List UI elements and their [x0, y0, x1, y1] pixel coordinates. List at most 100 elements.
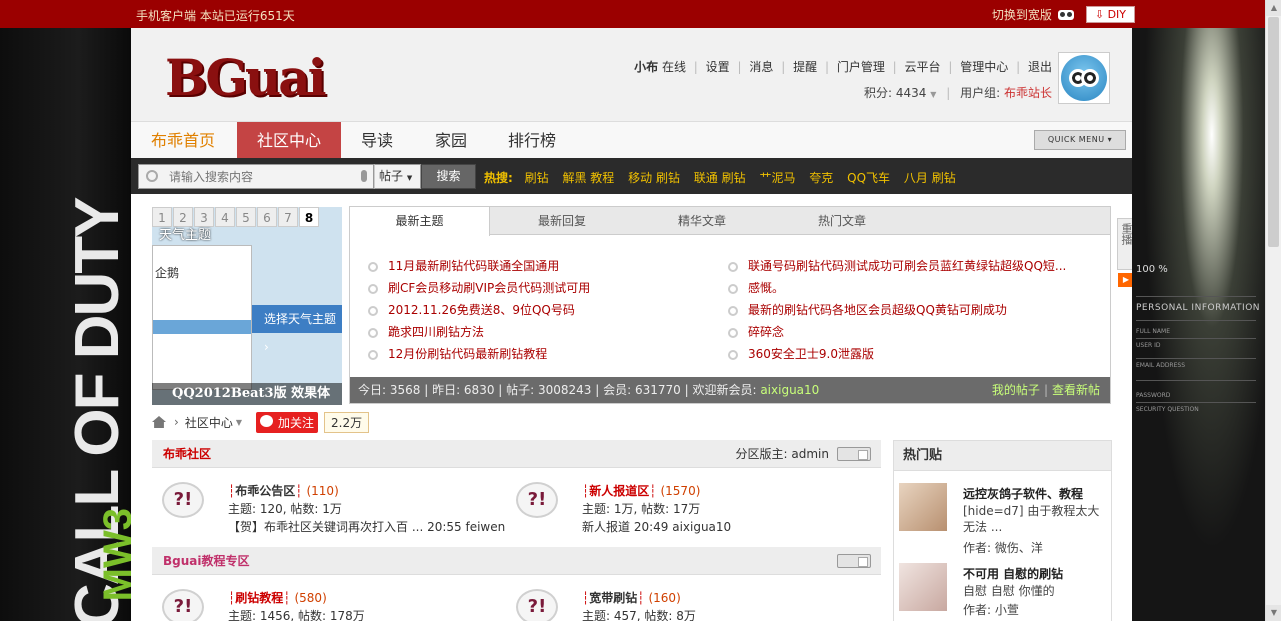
- forum-icon[interactable]: ?!: [516, 589, 566, 621]
- new-member-link[interactable]: aixigua10: [760, 383, 819, 397]
- hot-keyword[interactable]: 刷钻: [525, 171, 549, 185]
- hot-keyword[interactable]: 移动 刷钻: [628, 171, 680, 185]
- topic-list-left: 11月最新刷钻代码联通全国通用 刷CF会员移动刷VIP会员代码测试可用 2012…: [368, 255, 590, 365]
- collapse-toggle-icon[interactable]: [837, 447, 871, 461]
- view-new-posts-link[interactable]: 查看新帖: [1052, 383, 1100, 397]
- forum-name[interactable]: 新人报道区: [589, 484, 649, 498]
- search-button[interactable]: 搜索: [421, 164, 476, 189]
- weibo-follow-button[interactable]: 加关注: [255, 411, 318, 433]
- site-logo[interactable]: BGuai: [165, 48, 327, 107]
- scroll-up-arrow-icon[interactable]: ▲: [1266, 0, 1281, 16]
- follower-count: 2.2万: [324, 411, 370, 433]
- glasses-icon[interactable]: [1057, 9, 1074, 20]
- site-stats-bar: 今日: 3568 | 昨日: 6830 | 帖子: 3008243 | 会员: …: [350, 377, 1110, 403]
- topic-item[interactable]: 碎碎念: [728, 321, 1066, 343]
- username-link[interactable]: 小布: [634, 60, 658, 74]
- hot-post-title[interactable]: 远控灰鸽子软件、教程: [963, 485, 1083, 502]
- image-slideshow[interactable]: 1 2 3 4 5 6 7 8 天气主题 企鹅 选择天气主题 › QQ2012B…: [152, 207, 342, 405]
- topic-item[interactable]: 360安全卫士9.0泄露版: [728, 343, 1066, 365]
- question-bubble-icon: ?!: [516, 589, 558, 621]
- hot-keyword[interactable]: 联通 刷钻: [694, 171, 746, 185]
- forum-name[interactable]: 刷钻教程: [235, 591, 283, 605]
- hot-keyword[interactable]: 解黑 教程: [562, 171, 614, 185]
- reminders-link[interactable]: 提醒: [793, 60, 817, 74]
- section-title[interactable]: 布乖社区: [163, 447, 211, 461]
- home-icon[interactable]: [152, 416, 166, 428]
- forum-today-count: (160): [648, 591, 681, 605]
- quick-menu-button[interactable]: QUICK MENU ▾: [1034, 130, 1126, 150]
- settings-link[interactable]: 设置: [706, 60, 730, 74]
- search-type-select[interactable]: 帖子 ▼: [374, 164, 421, 189]
- play-icon[interactable]: ▶: [1118, 273, 1132, 287]
- topic-item[interactable]: 刷CF会员移动刷VIP会员代码测试可用: [368, 277, 590, 299]
- chevron-down-icon[interactable]: ▼: [236, 418, 242, 427]
- my-posts-link[interactable]: 我的帖子: [992, 383, 1040, 397]
- tab-latest-replies[interactable]: 最新回复: [492, 207, 632, 235]
- avatar[interactable]: [1058, 52, 1110, 104]
- hot-keyword[interactable]: 夸克: [809, 171, 833, 185]
- nav-rankings[interactable]: 排行榜: [492, 122, 572, 159]
- slide-page[interactable]: 7: [278, 207, 298, 227]
- question-bubble-icon: ?!: [516, 482, 558, 518]
- forum-icon[interactable]: ?!: [162, 589, 212, 621]
- search-input[interactable]: [169, 168, 349, 186]
- tab-hot[interactable]: 热门文章: [772, 207, 912, 235]
- nav-home-space[interactable]: 家园: [419, 122, 483, 159]
- forum-name[interactable]: 布乖公告区: [235, 484, 295, 498]
- nav-home[interactable]: 布乖首页: [135, 122, 231, 159]
- forum-last-post[interactable]: 【贺】布乖社区关键词再次打入百 ... 20:55 feiwen: [228, 518, 505, 535]
- topic-item[interactable]: 11月最新刷钻代码联通全国通用: [368, 255, 590, 277]
- hot-post-title[interactable]: 不可用 自慰的刷钻: [963, 565, 1063, 582]
- page-scrollbar[interactable]: ▲ ▼: [1265, 0, 1281, 621]
- switch-wide-link[interactable]: 切换到宽版: [992, 6, 1052, 23]
- forum-icon[interactable]: ?!: [162, 482, 212, 526]
- logout-link[interactable]: 退出: [1028, 60, 1052, 74]
- slide-page-active[interactable]: 8: [299, 207, 319, 227]
- tab-featured[interactable]: 精华文章: [632, 207, 772, 235]
- topic-item[interactable]: 最新的刷钻代码各地区会员超级QQ黄钻可刷成功: [728, 299, 1066, 321]
- post-thumbnail[interactable]: [899, 563, 947, 611]
- field-label: USER ID: [1136, 342, 1161, 349]
- slide-page[interactable]: 4: [215, 207, 235, 227]
- slide-page[interactable]: 6: [257, 207, 277, 227]
- portal-admin-link[interactable]: 门户管理: [837, 60, 885, 74]
- forum-last-post[interactable]: 新人报道 20:49 aixigua10: [582, 518, 731, 535]
- forum-icon[interactable]: ?!: [516, 482, 566, 526]
- admin-center-link[interactable]: 管理中心: [960, 60, 1008, 74]
- slide-page[interactable]: 5: [236, 207, 256, 227]
- diy-button[interactable]: ⇩ DIY: [1085, 6, 1135, 23]
- scrollbar-thumb[interactable]: [1268, 17, 1279, 247]
- topic-item[interactable]: 12月份刷钻代码最新刷钻教程: [368, 343, 590, 365]
- section-header: Bguai教程专区: [152, 547, 881, 575]
- cloud-platform-link[interactable]: 云平台: [905, 60, 941, 74]
- field-label: PASSWORD: [1136, 392, 1171, 399]
- slide-caption[interactable]: QQ2012Beat3版 效果体: [152, 383, 342, 405]
- post-thumbnail[interactable]: [899, 483, 947, 531]
- hot-keyword[interactable]: 艹泥马: [759, 171, 795, 185]
- forum-item: ?! ┆布乖公告区┆ (110) 主题: 120, 帖数: 1万 【贺】布乖社区关…: [162, 482, 505, 536]
- topic-item[interactable]: 跪求四川刷钻方法: [368, 321, 590, 343]
- nav-guide[interactable]: 导读: [345, 122, 409, 159]
- topic-item[interactable]: 联通号码刷钻代码测试成功可刷会员蓝红黄绿钻超级QQ短...: [728, 255, 1066, 277]
- forum-section-bguai-tutorials: Bguai教程专区 ?! ┆刷钻教程┆ (580) 主题: 1456, 帖数: 1…: [152, 547, 881, 621]
- nav-community-center[interactable]: 社区中心: [237, 122, 341, 159]
- hot-keyword[interactable]: 八月 刷钻: [904, 171, 956, 185]
- replay-button[interactable]: 重播 ▶: [1117, 218, 1132, 287]
- forum-name[interactable]: 宽带刷钻: [589, 591, 637, 605]
- topic-item[interactable]: 2012.11.26免费送8、9位QQ号码: [368, 299, 590, 321]
- forum-stats: 主题: 457, 帖数: 8万: [582, 609, 696, 621]
- left-background-art: CALL OF DUTY MW3: [0, 28, 131, 621]
- mobile-client-link[interactable]: 手机客户端: [136, 9, 196, 23]
- tab-latest-topics[interactable]: 最新主题: [350, 207, 490, 236]
- credits-link[interactable]: 积分: 4434 ▼: [864, 86, 936, 100]
- collapse-toggle-icon[interactable]: [837, 554, 871, 568]
- topic-item[interactable]: 感慨。: [728, 277, 1066, 299]
- user-group-link[interactable]: 布乖站长: [1004, 86, 1052, 100]
- breadcrumb-community-center[interactable]: 社区中心: [185, 414, 233, 431]
- messages-link[interactable]: 消息: [749, 60, 773, 74]
- section-title[interactable]: Bguai教程专区: [163, 554, 250, 568]
- scroll-down-arrow-icon[interactable]: ▼: [1266, 605, 1281, 621]
- microphone-icon[interactable]: [361, 170, 367, 182]
- topic-list-right: 联通号码刷钻代码测试成功可刷会员蓝红黄绿钻超级QQ短... 感慨。 最新的刷钻代…: [728, 255, 1066, 365]
- hot-keyword[interactable]: QQ飞车: [847, 171, 890, 185]
